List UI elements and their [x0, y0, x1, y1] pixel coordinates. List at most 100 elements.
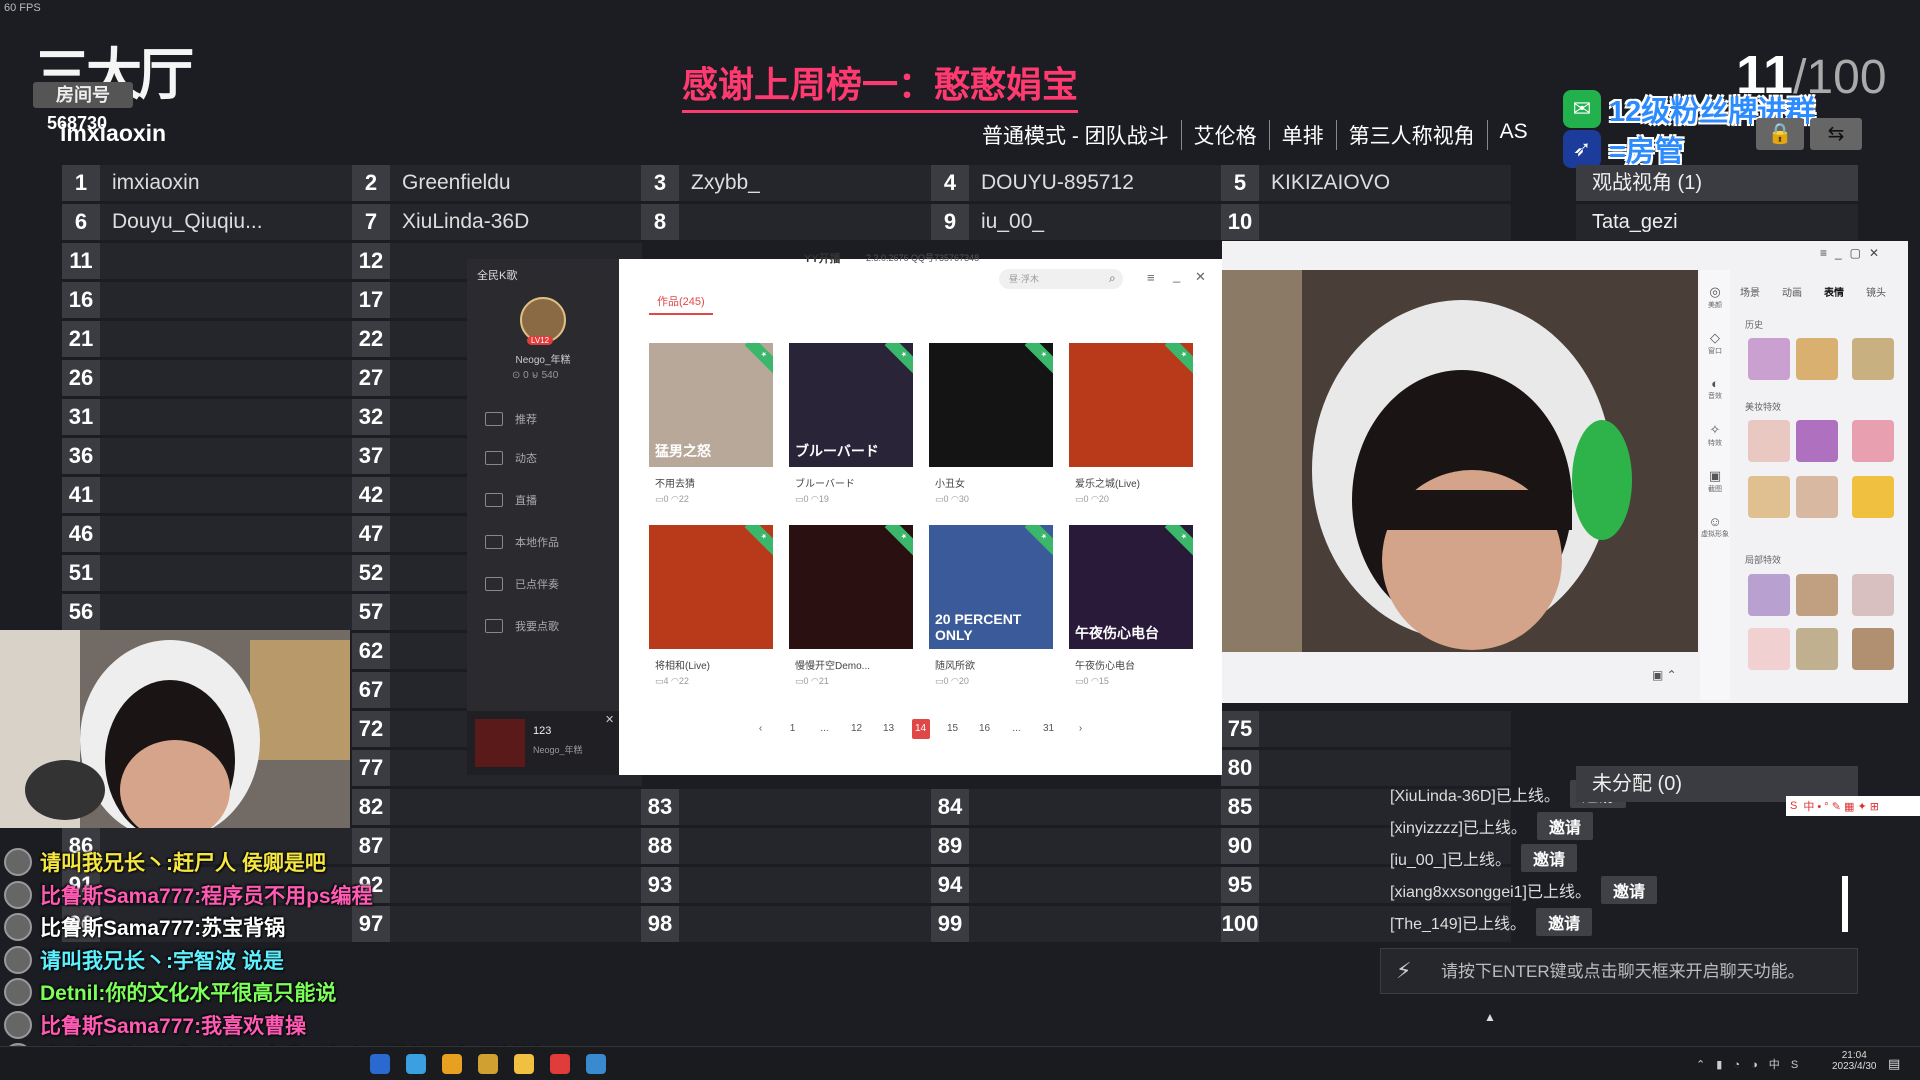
- work-card[interactable]: ★ 20 PERCENT ONLY 随风所欲 ▭0 ◠20: [929, 525, 1053, 693]
- effect-thumbnail[interactable]: [1796, 628, 1838, 670]
- team-slot[interactable]: 5 KIKIZAIOVO: [1221, 165, 1511, 201]
- effect-thumbnail[interactable]: [1852, 476, 1894, 518]
- spectator-header[interactable]: 观战视角 (1): [1576, 165, 1858, 201]
- notification-icon[interactable]: ▤: [1888, 1056, 1900, 1072]
- karaoke-menu-local[interactable]: 本地作品: [485, 534, 559, 550]
- team-slot[interactable]: 94: [931, 867, 1221, 903]
- team-slot[interactable]: 99: [931, 906, 1221, 942]
- page-button[interactable]: 14: [911, 719, 930, 739]
- team-slot[interactable]: 26: [62, 360, 352, 396]
- team-slot[interactable]: 88: [641, 828, 931, 864]
- effect-thumbnail[interactable]: [1796, 420, 1838, 462]
- next-page-button[interactable]: ›: [1072, 719, 1090, 739]
- page-button[interactable]: 13: [880, 719, 898, 739]
- work-card[interactable]: ★ ブルーバード ブルーバード ▭0 ◠19: [789, 343, 913, 511]
- effect-thumbnail[interactable]: [1852, 420, 1894, 462]
- team-slot[interactable]: 8: [641, 204, 931, 240]
- yy-tool[interactable]: ◇ 窗口: [1700, 330, 1730, 356]
- mini-player[interactable]: 123 Neogo_年糕 ✕: [467, 711, 619, 775]
- taskbar-app-icon[interactable]: [514, 1054, 534, 1074]
- effect-thumbnail[interactable]: [1748, 476, 1790, 518]
- invite-button[interactable]: 邀请: [1536, 812, 1593, 840]
- system-tray[interactable]: ⌃ ▮ ◔ ◑ 中 S: [1696, 1056, 1802, 1072]
- search-icon[interactable]: ⌕: [1109, 271, 1116, 286]
- karaoke-menu-live[interactable]: 直播: [485, 492, 537, 508]
- team-slot[interactable]: 87: [352, 828, 642, 864]
- work-cover[interactable]: ★ 午夜伤心电台: [1069, 525, 1193, 649]
- effect-thumbnail[interactable]: [1796, 338, 1838, 380]
- team-slot[interactable]: 1 imxiaoxin: [62, 165, 352, 201]
- team-slot[interactable]: 46: [62, 516, 352, 552]
- work-card[interactable]: ★ 慢慢开空Demo... ▭0 ◠21: [789, 525, 913, 693]
- taskbar-app-icon[interactable]: [550, 1054, 570, 1074]
- yy-tool[interactable]: ◎ 美颜: [1700, 284, 1730, 310]
- karaoke-menu-request[interactable]: 我要点歌: [485, 618, 559, 634]
- effect-thumbnail[interactable]: [1796, 476, 1838, 518]
- team-slot[interactable]: 4 DOUYU-895712: [931, 165, 1221, 201]
- clock[interactable]: 21:04 2023/4/30: [1832, 1050, 1877, 1072]
- taskbar-app-icon[interactable]: [370, 1054, 390, 1074]
- team-slot[interactable]: 11: [62, 243, 352, 279]
- page-button[interactable]: 16: [976, 719, 994, 739]
- work-cover[interactable]: ★ 猛男之怒: [649, 343, 773, 467]
- yy-tab[interactable]: 动画: [1782, 284, 1802, 299]
- effect-thumbnail[interactable]: [1748, 420, 1790, 462]
- taskbar-app-icon[interactable]: [586, 1054, 606, 1074]
- yy-tab[interactable]: 表情: [1824, 284, 1844, 299]
- team-slot[interactable]: 41: [62, 477, 352, 513]
- team-slot[interactable]: 83: [641, 789, 931, 825]
- team-slot[interactable]: 31: [62, 399, 352, 435]
- yy-tool[interactable]: ☺ 虚拟形象: [1700, 514, 1730, 539]
- page-button[interactable]: ...: [816, 719, 834, 739]
- scrollbar[interactable]: [1842, 876, 1848, 932]
- tab-works[interactable]: 作品(245): [649, 293, 713, 315]
- taskbar-app-icon[interactable]: [478, 1054, 498, 1074]
- ime-toolbar[interactable]: S 中 • ° ✎ ▦ ✦ ⊞: [1786, 796, 1920, 816]
- invite-button[interactable]: 邀请: [1536, 908, 1593, 936]
- team-slot[interactable]: 93: [641, 867, 931, 903]
- effect-thumbnail[interactable]: [1852, 338, 1894, 380]
- karaoke-menu-ordered[interactable]: 已点伴奏: [485, 576, 559, 592]
- taskbar-app-icon[interactable]: [406, 1054, 426, 1074]
- work-card[interactable]: ★ 猛男之怒 不用去猜 ▭0 ◠22: [649, 343, 773, 511]
- team-slot[interactable]: 36: [62, 438, 352, 474]
- chat-input[interactable]: 请按下ENTER键或点击聊天框来开启聊天功能。: [1380, 948, 1858, 994]
- effect-thumbnail[interactable]: [1852, 628, 1894, 670]
- page-button[interactable]: 1: [784, 719, 802, 739]
- spectator-player[interactable]: Tata_gezi: [1576, 204, 1858, 240]
- yy-tab[interactable]: 场景: [1740, 284, 1760, 299]
- camera-icon[interactable]: ▣ ⌃: [1652, 668, 1677, 682]
- taskbar-app-icon[interactable]: [442, 1054, 462, 1074]
- work-cover[interactable]: ★: [1069, 343, 1193, 467]
- lock-button[interactable]: 🔒: [1756, 118, 1804, 150]
- yy-tab[interactable]: 镜头: [1866, 284, 1886, 299]
- effect-thumbnail[interactable]: [1748, 338, 1790, 380]
- work-cover[interactable]: ★: [929, 343, 1053, 467]
- team-slot[interactable]: 98: [641, 906, 931, 942]
- swap-button[interactable]: ⇆: [1810, 118, 1862, 150]
- invite-button[interactable]: 邀请: [1520, 844, 1577, 872]
- team-slot[interactable]: 82: [352, 789, 642, 825]
- work-card[interactable]: ★ 小丑女 ▭0 ◠30: [929, 343, 1053, 511]
- work-card[interactable]: ★ 将相和(Live) ▭4 ◠22: [649, 525, 773, 693]
- effect-thumbnail[interactable]: [1748, 628, 1790, 670]
- chevron-up-icon[interactable]: ▲: [1484, 1010, 1496, 1024]
- team-slot[interactable]: 6 Douyu_Qiuqiu...: [62, 204, 352, 240]
- work-cover[interactable]: ★ 20 PERCENT ONLY: [929, 525, 1053, 649]
- effect-thumbnail[interactable]: [1796, 574, 1838, 616]
- team-slot[interactable]: 16: [62, 282, 352, 318]
- work-cover[interactable]: ★ ブルーバード: [789, 343, 913, 467]
- work-cover[interactable]: ★: [789, 525, 913, 649]
- page-button[interactable]: 12: [848, 719, 866, 739]
- prev-page-button[interactable]: ‹: [752, 719, 770, 739]
- team-slot[interactable]: 97: [352, 906, 642, 942]
- work-card[interactable]: ★ 爱乐之城(Live) ▭0 ◠20: [1069, 343, 1193, 511]
- team-slot[interactable]: 2 Greenfieldu: [352, 165, 642, 201]
- karaoke-menu-recommend[interactable]: 推荐: [485, 411, 537, 427]
- effect-thumbnail[interactable]: [1852, 574, 1894, 616]
- team-slot[interactable]: 3 Zxybb_: [641, 165, 931, 201]
- team-slot[interactable]: 21: [62, 321, 352, 357]
- team-slot[interactable]: 51: [62, 555, 352, 591]
- close-icon[interactable]: ✕: [605, 713, 614, 726]
- yy-tool[interactable]: ▣ 截图: [1700, 468, 1730, 494]
